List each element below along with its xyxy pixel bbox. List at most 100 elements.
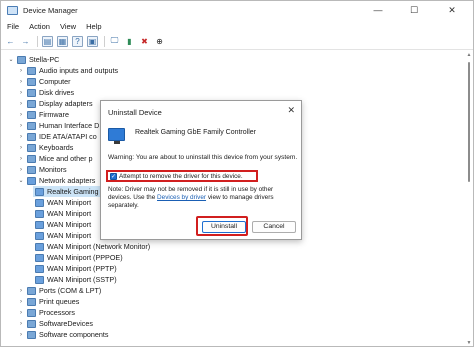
dialog-close-icon[interactable]: ✕	[287, 105, 295, 116]
tree-item-software-components[interactable]: › Software components	[17, 329, 109, 340]
document-icon[interactable]: ▦	[57, 35, 68, 47]
menu-file[interactable]: File	[7, 22, 19, 31]
tree-item-label: Audio inputs and outputs	[39, 66, 119, 75]
speaker-icon	[27, 66, 36, 75]
tree-item-firmware[interactable]: › Firmware	[17, 109, 69, 120]
chevron-right-icon[interactable]: ›	[17, 68, 25, 74]
tree-root[interactable]: ⌄ Stella-PC	[7, 54, 59, 65]
tree-item-computer[interactable]: › Computer	[17, 76, 71, 87]
toolbar-separator	[37, 35, 38, 47]
uninstall-highlight-box	[196, 216, 248, 236]
view-icon[interactable]: ▣	[87, 35, 98, 47]
network-adapter-icon	[35, 242, 44, 251]
tree-item-disk-drives[interactable]: › Disk drives	[17, 87, 74, 98]
tree-item-wan-miniport[interactable]: WAN Miniport	[33, 208, 91, 219]
port-icon	[27, 286, 36, 295]
tree-item-wan-sstp[interactable]: WAN Miniport (SSTP)	[33, 274, 117, 285]
tree-item-software-devices[interactable]: › SoftwareDevices	[17, 318, 93, 329]
tree-item-wan-pptp[interactable]: WAN Miniport (PPTP)	[33, 263, 117, 274]
scroll-up-icon[interactable]: ▲	[466, 52, 472, 58]
tree-item-label: WAN Miniport	[47, 231, 92, 240]
cancel-button[interactable]: Cancel	[252, 221, 296, 233]
chevron-right-icon[interactable]: ›	[17, 321, 25, 327]
tree-item-wan-network-monitor[interactable]: WAN Miniport (Network Monitor)	[33, 241, 150, 252]
tree-item-wan-miniport[interactable]: WAN Miniport	[33, 197, 91, 208]
disk-icon	[27, 88, 36, 97]
scroll-down-icon[interactable]: ▼	[466, 340, 472, 346]
chevron-right-icon[interactable]: ›	[17, 332, 25, 338]
tree-item-label: Disk drives	[39, 88, 75, 97]
tree-item-label: Monitors	[39, 165, 67, 174]
tree-item-wan-pppoe[interactable]: WAN Miniport (PPPOE)	[33, 252, 123, 263]
tree-item-label: Network adapters	[39, 176, 96, 185]
remove-driver-checkbox-row[interactable]: ✓ Attempt to remove the driver for this …	[106, 170, 258, 182]
chevron-right-icon[interactable]: ›	[17, 101, 25, 107]
help-icon[interactable]: ?	[72, 35, 83, 47]
update-driver-icon[interactable]: ▮	[124, 36, 135, 47]
uninstall-red-x-icon[interactable]: ✖	[139, 36, 150, 47]
forward-arrow-icon[interactable]: →	[20, 36, 31, 47]
network-adapter-icon	[108, 128, 125, 144]
tree-item-wan-miniport[interactable]: WAN Miniport	[33, 230, 91, 241]
tree-item-display-adapters[interactable]: › Display adapters	[17, 98, 93, 109]
remove-driver-checkbox-label[interactable]: Attempt to remove the driver for this de…	[119, 173, 243, 180]
network-adapter-icon	[35, 231, 44, 240]
tree-item-hid[interactable]: › Human Interface D	[17, 120, 99, 131]
tree-item-keyboards[interactable]: › Keyboards	[17, 142, 73, 153]
monitor-icon[interactable]: 🖵	[109, 36, 120, 47]
warning-text: Warning: You are about to uninstall this…	[108, 154, 298, 161]
tree-item-monitors[interactable]: › Monitors	[17, 164, 67, 175]
vertical-scrollbar[interactable]: ▲ ▼	[466, 52, 472, 346]
chevron-right-icon[interactable]: ›	[17, 299, 25, 305]
back-arrow-icon[interactable]: ←	[5, 36, 16, 47]
tree-item-processors[interactable]: › Processors	[17, 307, 75, 318]
tree-item-print-queues[interactable]: › Print queues	[17, 296, 79, 307]
tree-item-audio[interactable]: › Audio inputs and outputs	[17, 65, 118, 76]
tree-item-label: Realtek Gaming	[47, 187, 99, 196]
computer-icon	[27, 77, 36, 86]
network-adapter-icon	[35, 187, 44, 196]
tree-item-realtek[interactable]: Realtek Gaming	[33, 186, 103, 197]
menu-bar: File Action View Help	[1, 20, 473, 33]
device-manager-app-icon	[7, 5, 18, 15]
network-adapter-icon	[27, 176, 36, 185]
chevron-right-icon[interactable]: ›	[17, 79, 25, 85]
chevron-right-icon[interactable]: ›	[17, 167, 25, 173]
tree-item-label: Processors	[39, 308, 75, 317]
maximize-button[interactable]: ☐	[399, 1, 429, 19]
tree-item-ide[interactable]: › IDE ATA/ATAPI co	[17, 131, 97, 142]
remove-driver-checkbox[interactable]: ✓	[110, 172, 117, 180]
title-bar: Device Manager — ☐ ✕	[1, 1, 473, 19]
chevron-right-icon[interactable]: ›	[17, 145, 25, 151]
chevron-right-icon[interactable]: ›	[17, 90, 25, 96]
menu-help[interactable]: Help	[86, 22, 101, 31]
minimize-button[interactable]: —	[363, 1, 393, 19]
tree-item-label: IDE ATA/ATAPI co	[39, 132, 97, 141]
chevron-right-icon[interactable]: ›	[17, 134, 25, 140]
chevron-right-icon[interactable]: ›	[17, 123, 25, 129]
firmware-icon	[27, 110, 36, 119]
monitor-icon	[27, 165, 36, 174]
close-button[interactable]: ✕	[437, 1, 467, 19]
software-device-icon	[27, 319, 36, 328]
chevron-right-icon[interactable]: ›	[17, 112, 25, 118]
tree-item-mice[interactable]: › Mice and other p	[17, 153, 93, 164]
tree-item-wan-miniport[interactable]: WAN Miniport	[33, 219, 91, 230]
tree-item-label: SoftwareDevices	[39, 319, 93, 328]
driver-note: Note: Driver may not be removed if it is…	[108, 186, 298, 210]
tree-item-ports[interactable]: › Ports (COM & LPT)	[17, 285, 101, 296]
chevron-right-icon[interactable]: ›	[17, 156, 25, 162]
menu-action[interactable]: Action	[29, 22, 50, 31]
devices-by-driver-link[interactable]: Devices by driver	[157, 194, 206, 201]
menu-view[interactable]: View	[60, 22, 76, 31]
tree-item-label: Display adapters	[39, 99, 93, 108]
chevron-down-icon[interactable]: ⌄	[17, 177, 25, 184]
hid-icon	[27, 121, 36, 130]
properties-icon[interactable]: ▤	[42, 35, 53, 47]
tree-item-network-adapters[interactable]: ⌄ Network adapters	[17, 175, 95, 186]
chevron-down-icon[interactable]: ⌄	[7, 56, 15, 63]
scrollbar-thumb[interactable]	[468, 62, 470, 182]
chevron-right-icon[interactable]: ›	[17, 288, 25, 294]
download-icon[interactable]: ⊕	[154, 36, 165, 47]
chevron-right-icon[interactable]: ›	[17, 310, 25, 316]
